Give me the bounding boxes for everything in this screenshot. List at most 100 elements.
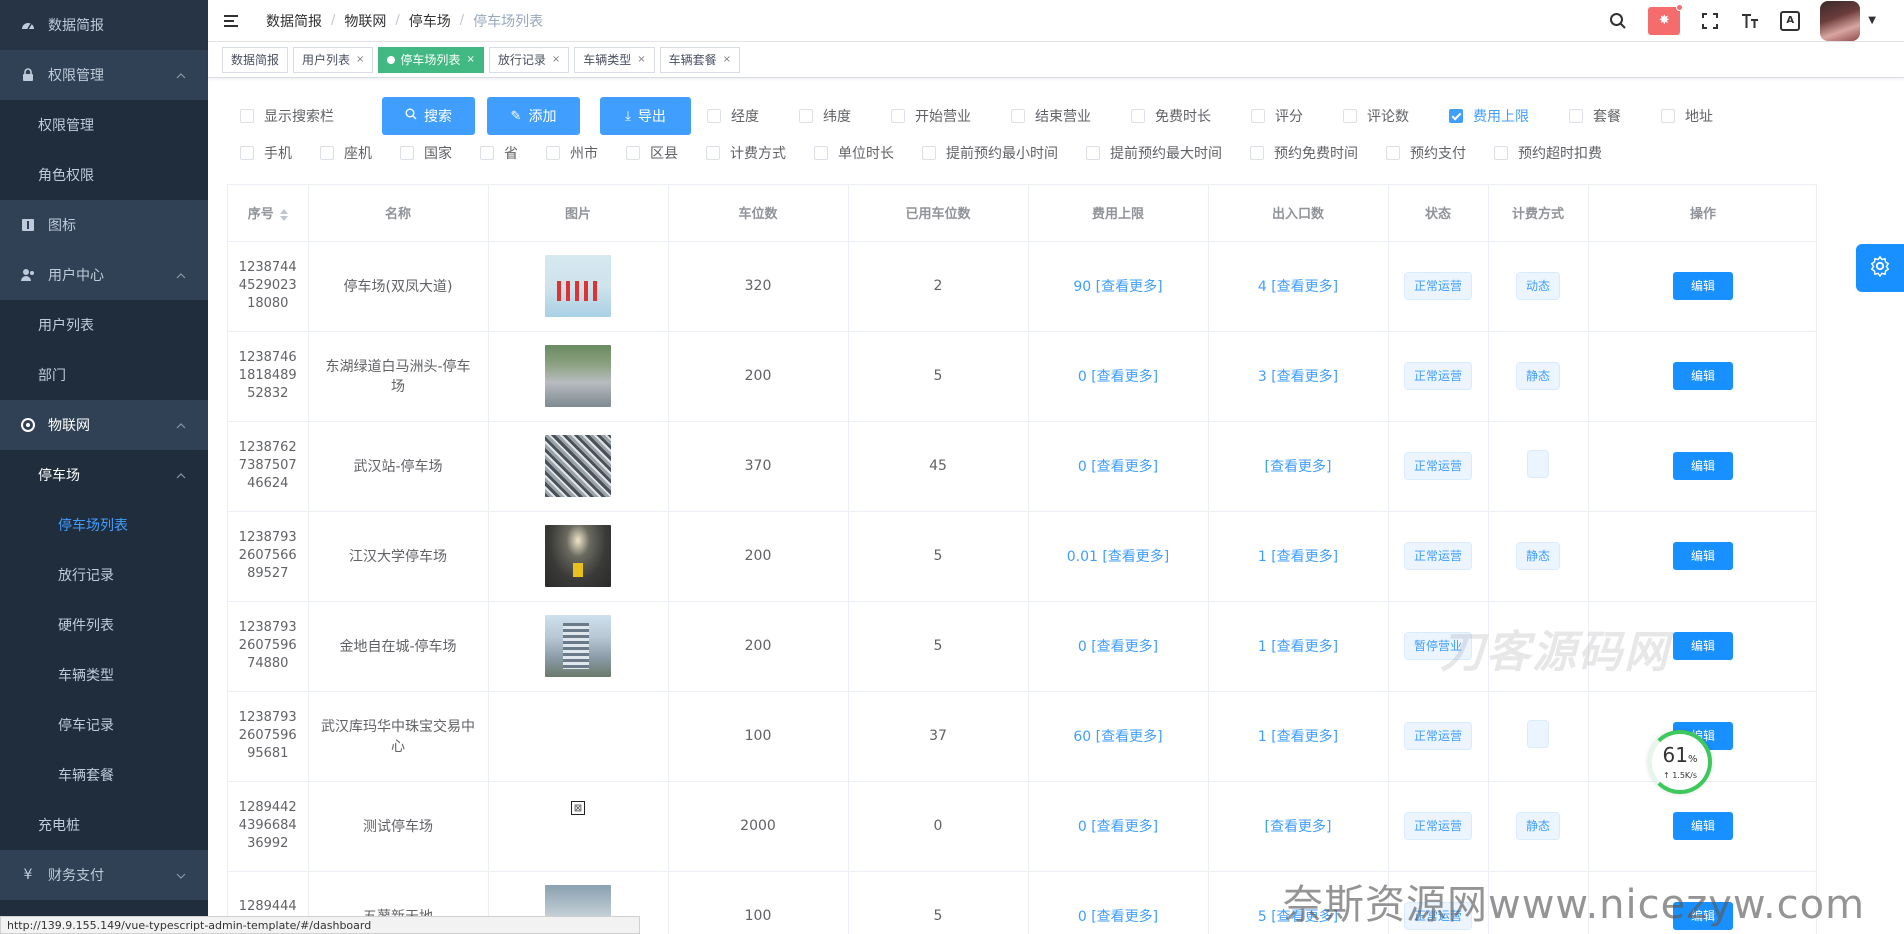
column-checkbox[interactable]: 免费时长 — [1131, 106, 1211, 126]
tag-3[interactable]: 放行记录 × — [488, 46, 570, 73]
tag-0[interactable]: 数据简报 — [222, 46, 289, 73]
sidebar-item[interactable]: 停车记录 — [0, 700, 208, 750]
fee-limit-link[interactable]: 0 [查看更多] — [1078, 909, 1158, 925]
column-checkbox[interactable]: 纬度 — [799, 106, 851, 126]
tag-5[interactable]: 车辆套餐 × — [659, 46, 741, 73]
edit-button[interactable]: 编辑 — [1673, 542, 1733, 570]
gates-link[interactable]: [查看更多] — [1265, 819, 1332, 835]
column-checkbox[interactable]: 评论数 — [1343, 106, 1409, 126]
column-checkbox[interactable]: 州市 — [546, 143, 598, 163]
fee-limit-link[interactable]: 60 [查看更多] — [1073, 729, 1162, 745]
export-button[interactable]: ⤓ 导出 — [600, 97, 691, 135]
column-checkbox[interactable]: 预约超时扣费 — [1494, 143, 1602, 163]
sidebar-item[interactable]: 硬件列表 — [0, 600, 208, 650]
breadcrumb-item[interactable]: 物联网 — [344, 11, 386, 31]
column-checkbox[interactable]: 计费方式 — [706, 143, 786, 163]
column-checkbox[interactable]: 结束营业 — [1011, 106, 1091, 126]
close-icon[interactable]: × — [723, 54, 731, 65]
column-checkbox[interactable]: 省 — [480, 143, 518, 163]
gates-link[interactable]: 1 [查看更多] — [1258, 639, 1338, 655]
sidebar-item[interactable]: 图标 — [0, 200, 208, 250]
column-checkbox[interactable]: 经度 — [707, 106, 759, 126]
column-checkbox[interactable]: 评分 — [1251, 106, 1303, 126]
parking-lot-photo[interactable] — [545, 525, 611, 587]
breadcrumb-item[interactable]: 数据简报 — [266, 11, 322, 31]
search-icon[interactable] — [1608, 11, 1628, 31]
edit-button[interactable]: 编辑 — [1673, 272, 1733, 300]
sidebar-item[interactable]: 用户列表 — [0, 300, 208, 350]
gates-link[interactable]: 1 [查看更多] — [1258, 729, 1338, 745]
sidebar-item[interactable]: 放行记录 — [0, 550, 208, 600]
sidebar-item[interactable]: 角色权限 — [0, 150, 208, 200]
column-checkbox[interactable]: 开始营业 — [891, 106, 971, 126]
search-button[interactable]: 搜索 — [382, 97, 475, 135]
sidebar-item[interactable]: 用户中心 — [0, 250, 208, 300]
hamburger-menu-icon[interactable] — [224, 14, 244, 27]
close-icon[interactable]: × — [466, 54, 474, 65]
tag-4[interactable]: 车辆类型 × — [574, 46, 655, 73]
column-checkbox[interactable]: 提前预约最小时间 — [922, 143, 1058, 163]
fee-limit-link[interactable]: 0 [查看更多] — [1078, 819, 1158, 835]
column-checkbox[interactable]: 预约免费时间 — [1250, 143, 1358, 163]
sidebar-item[interactable]: 权限管理 — [0, 50, 208, 100]
sidebar-item[interactable]: 数据简报 — [0, 0, 208, 50]
column-checkbox[interactable]: 国家 — [400, 143, 452, 163]
column-checkbox[interactable]: 提前预约最大时间 — [1086, 143, 1222, 163]
caret-down-icon[interactable]: ▼ — [1868, 15, 1876, 26]
gates-link[interactable]: 1 [查看更多] — [1258, 549, 1338, 565]
avatar[interactable] — [1820, 0, 1861, 41]
column-checkbox[interactable]: 套餐 — [1569, 106, 1621, 126]
show-search-checkbox[interactable]: 显示搜索栏 — [240, 106, 334, 126]
sidebar-item[interactable]: 部门 — [0, 350, 208, 400]
column-checkbox[interactable]: 费用上限 — [1449, 106, 1529, 126]
parking-lot-photo[interactable] — [545, 435, 611, 497]
fee-limit-link[interactable]: 90 [查看更多] — [1073, 279, 1162, 295]
view-more-label: [查看更多] — [1095, 279, 1163, 295]
close-icon[interactable]: × — [552, 54, 560, 65]
sort-icon[interactable] — [279, 208, 288, 221]
column-checkbox[interactable]: 区县 — [626, 143, 678, 163]
sidebar-item[interactable]: 停车场 — [0, 450, 208, 500]
sidebar-item[interactable]: 充电桩 — [0, 800, 208, 850]
gates-link[interactable]: 4 [查看更多] — [1258, 279, 1338, 295]
sidebar-item[interactable]: 物联网 — [0, 400, 208, 450]
sidebar-item[interactable]: ¥ 财务支付 — [0, 850, 208, 900]
add-button[interactable]: ✎ 添加 — [487, 97, 580, 135]
fee-limit-link[interactable]: 0.01 [查看更多] — [1067, 549, 1170, 565]
column-checkbox[interactable]: 地址 — [1661, 106, 1713, 126]
column-header[interactable]: 序号 — [228, 185, 309, 242]
column-checkbox[interactable]: 座机 — [320, 143, 372, 163]
font-size-icon[interactable] — [1740, 11, 1760, 31]
settings-button[interactable] — [1856, 244, 1904, 292]
tag-2[interactable]: 停车场列表 × — [378, 46, 484, 73]
breadcrumb-item[interactable]: 停车场 — [409, 11, 451, 31]
edit-button[interactable]: 编辑 — [1673, 452, 1733, 480]
sidebar-item[interactable]: 车辆套餐 — [0, 750, 208, 800]
parking-lot-photo[interactable] — [545, 615, 611, 677]
edit-button[interactable]: 编辑 — [1673, 632, 1733, 660]
gates-link[interactable]: 3 [查看更多] — [1258, 369, 1338, 385]
gates-link[interactable]: [查看更多] — [1265, 459, 1332, 475]
tag-1[interactable]: 用户列表 × — [293, 46, 374, 73]
column-checkbox[interactable]: 手机 — [240, 143, 292, 163]
fee-limit-link[interactable]: 0 [查看更多] — [1078, 459, 1158, 475]
sidebar-item[interactable]: 车辆类型 — [0, 650, 208, 700]
error-log-button[interactable]: ✸ — [1648, 3, 1684, 35]
fullscreen-icon[interactable] — [1700, 11, 1720, 31]
parking-lot-photo[interactable] — [545, 345, 611, 407]
close-icon[interactable]: × — [356, 54, 364, 65]
close-icon[interactable]: × — [637, 54, 645, 65]
column-checkbox[interactable]: 单位时长 — [814, 143, 894, 163]
fee-limit-link[interactable]: 0 [查看更多] — [1078, 639, 1158, 655]
fee-limit-link[interactable]: 0 [查看更多] — [1078, 369, 1158, 385]
language-icon[interactable]: A — [1780, 10, 1801, 31]
checkbox-box — [1250, 146, 1264, 160]
sidebar-item[interactable]: 权限管理 — [0, 100, 208, 150]
sidebar-item[interactable]: 停车场列表 — [0, 500, 208, 550]
tag-label: 车辆类型 — [583, 53, 632, 67]
gear-icon — [1869, 255, 1891, 281]
parking-lot-photo[interactable] — [545, 255, 611, 317]
edit-button[interactable]: 编辑 — [1673, 362, 1733, 390]
edit-button[interactable]: 编辑 — [1673, 812, 1733, 840]
column-checkbox[interactable]: 预约支付 — [1386, 143, 1466, 163]
